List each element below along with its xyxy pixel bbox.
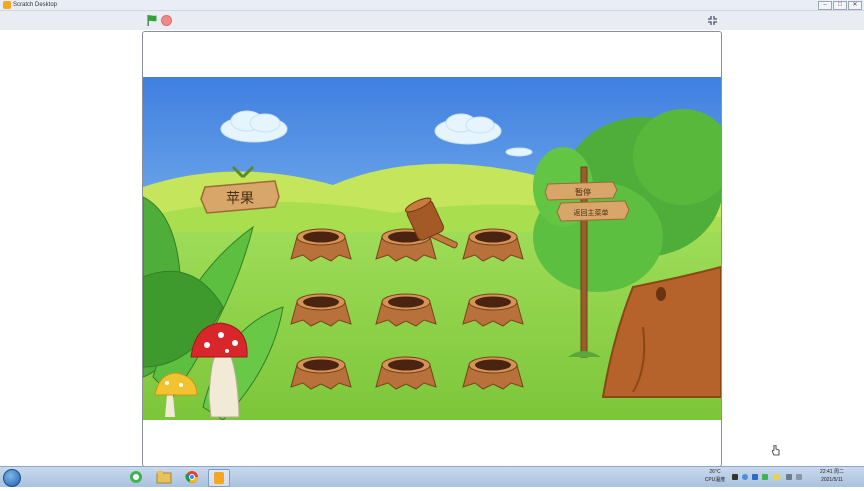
windows-start-icon[interactable]	[3, 469, 21, 487]
green-flag-icon[interactable]	[146, 14, 158, 26]
close-button[interactable]: ✕	[848, 1, 862, 10]
maximize-button[interactable]: □	[833, 1, 847, 10]
scratch-app-icon	[3, 1, 11, 9]
file-explorer-icon[interactable]	[154, 469, 174, 485]
molehill[interactable]	[375, 356, 437, 390]
clock-date: 2021/5/11	[821, 477, 843, 483]
tray-shield-icon[interactable]	[762, 474, 768, 480]
360-browser-icon[interactable]	[126, 469, 146, 485]
tray-security-icon[interactable]	[752, 474, 758, 480]
tray-network-icon[interactable]	[742, 474, 748, 480]
tray-signal-icon[interactable]	[786, 474, 792, 480]
fullscreen-exit-icon[interactable]	[707, 15, 718, 26]
molehill[interactable]	[375, 293, 437, 327]
molehill[interactable]	[290, 356, 352, 390]
system-clock[interactable]: 22:41 周二 2021/5/11	[812, 468, 852, 484]
game-scene[interactable]: 苹果 暂停 返回主菜单	[143, 77, 721, 420]
cpu-temp-label: CPU温度	[704, 477, 726, 483]
clock-time: 22:41 周二	[820, 469, 844, 475]
cpu-temp-value: 26°C	[709, 469, 721, 475]
molehill[interactable]	[462, 293, 524, 327]
tray-app-icon[interactable]	[732, 474, 738, 480]
hand-cursor-icon	[772, 445, 780, 456]
molehill-grid	[290, 228, 524, 390]
stage: 苹果 暂停 返回主菜单	[142, 31, 722, 467]
chrome-icon[interactable]	[182, 469, 202, 485]
window-title: Scratch Desktop	[13, 2, 58, 8]
tray-input-icon[interactable]	[774, 474, 780, 480]
window-titlebar: Scratch Desktop – □ ✕	[0, 0, 864, 11]
taskbar: 26°C CPU温度 22:41 周二 2021/5/11	[0, 466, 864, 487]
molehill[interactable]	[290, 293, 352, 327]
main-menu-sign[interactable]: 返回主菜单	[574, 208, 609, 217]
molehill[interactable]	[462, 356, 524, 390]
fruit-sign-label: 苹果	[226, 191, 254, 207]
cpu-temperature[interactable]: 26°C CPU温度	[702, 468, 728, 484]
scratch-toolbar	[0, 11, 864, 30]
minimize-button[interactable]: –	[818, 1, 832, 10]
stop-icon[interactable]	[161, 15, 172, 26]
pause-sign[interactable]: 暂停	[575, 187, 591, 197]
scratch-icon[interactable]	[208, 469, 230, 487]
molehill[interactable]	[462, 228, 524, 262]
tray-volume-icon[interactable]	[796, 474, 802, 480]
molehill[interactable]	[290, 228, 352, 262]
